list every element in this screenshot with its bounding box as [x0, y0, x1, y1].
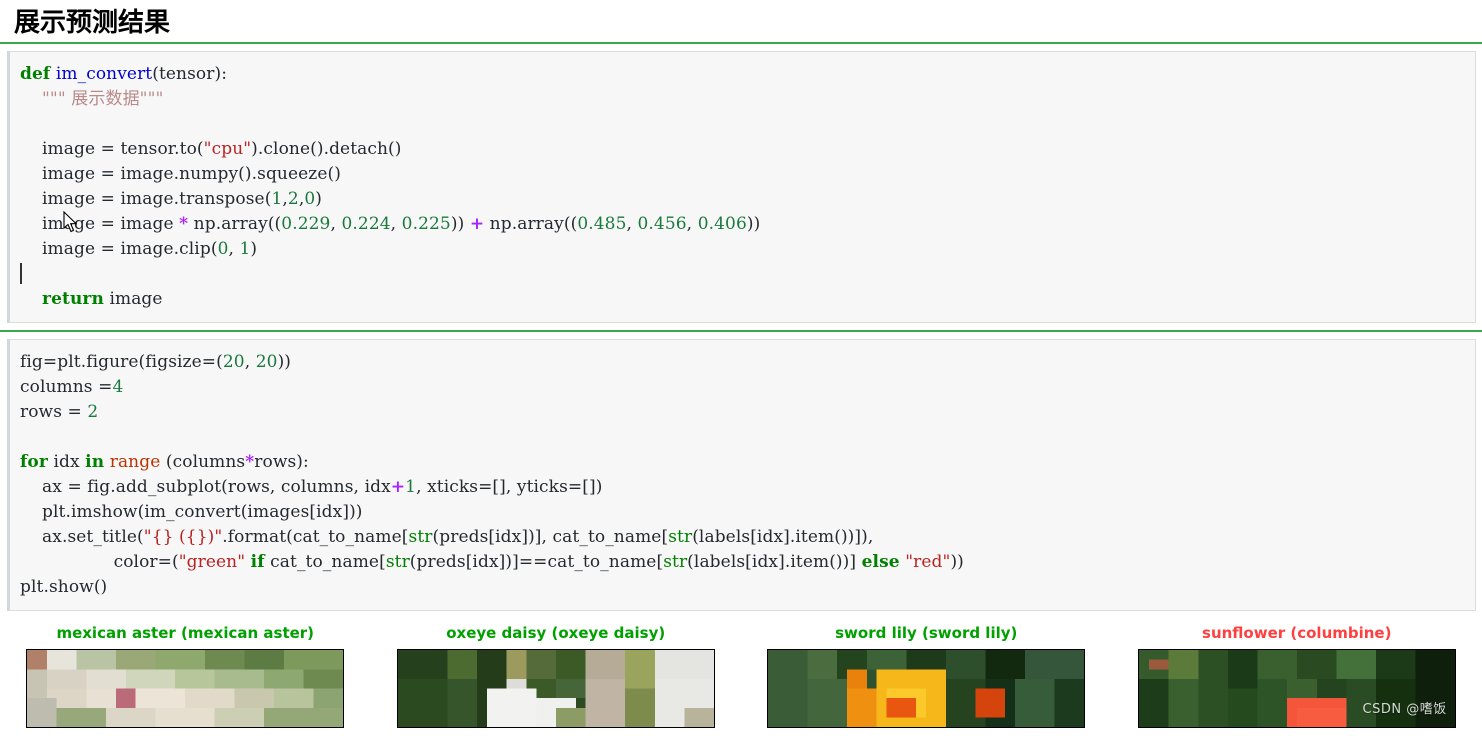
- code-text-im-convert[interactable]: def im_convert(tensor): """ 展示数据""" imag…: [10, 62, 1475, 312]
- code-text-plot-predictions[interactable]: fig=plt.figure(figsize=(20, 20)) columns…: [10, 350, 1475, 600]
- subplot-title-0: mexican aster (mexican aster): [56, 624, 315, 642]
- text-caret: [20, 263, 22, 284]
- page-title: 展示预测结果: [14, 8, 171, 38]
- subplot-image-0: [26, 649, 345, 728]
- subplot-image-3: CSDN @嗜饭: [1137, 649, 1456, 728]
- subplot-3: sunflower (columbine) CSDN @嗜饭: [1112, 618, 1482, 728]
- cell-separator-middle: [0, 330, 1482, 332]
- subplot-title-2: sword lily (sword lily): [835, 624, 1018, 642]
- subplot-title-1: oxeye daisy (oxeye daisy): [446, 624, 666, 642]
- subplot-image-2: [767, 649, 1086, 728]
- subplot-1: oxeye daisy (oxeye daisy): [371, 618, 742, 728]
- subplot-image-1: [396, 649, 715, 728]
- cell-separator-top: [0, 42, 1482, 44]
- subplot-title-3: sunflower (columbine): [1202, 624, 1392, 642]
- prediction-figure: mexican aster (mexican aster) oxeye dais…: [0, 618, 1482, 728]
- page-title-container: 展示预测结果: [0, 0, 1482, 42]
- code-cell-plot-predictions[interactable]: fig=plt.figure(figsize=(20, 20)) columns…: [7, 339, 1476, 611]
- notebook-page: 展示预测结果 def im_convert(tensor): """ 展示数据"…: [0, 0, 1482, 736]
- subplot-0: mexican aster (mexican aster): [0, 618, 371, 728]
- code-cell-im-convert[interactable]: def im_convert(tensor): """ 展示数据""" imag…: [7, 51, 1476, 323]
- subplot-2: sword lily (sword lily): [741, 618, 1112, 728]
